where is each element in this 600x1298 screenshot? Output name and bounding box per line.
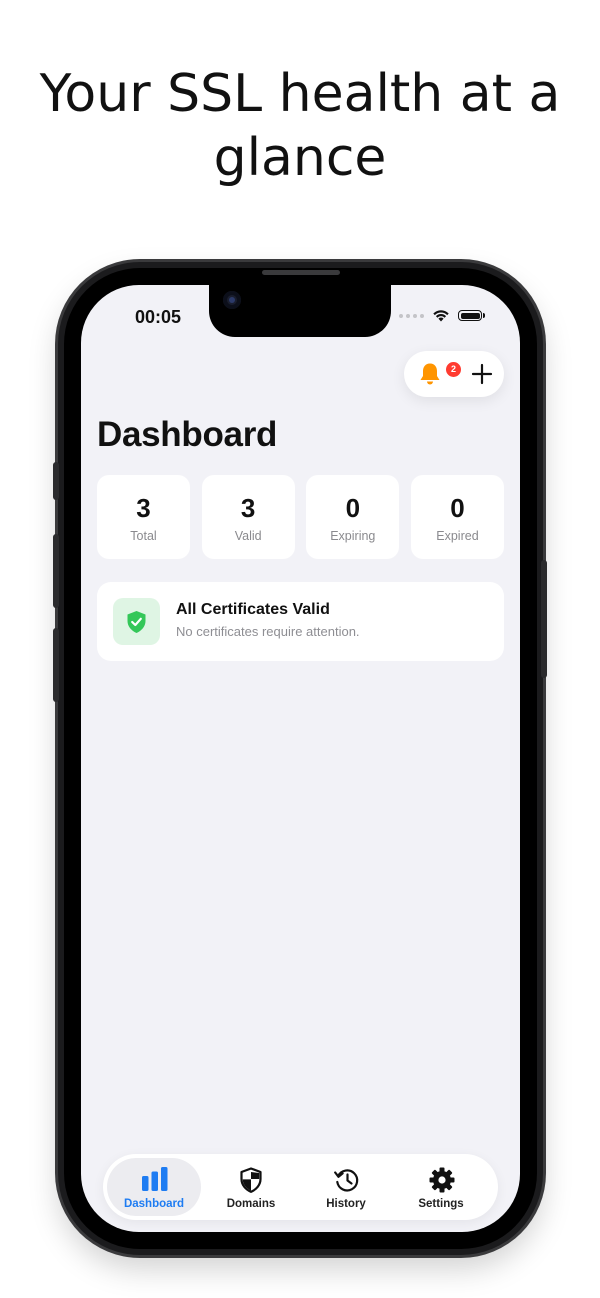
stat-label: Total <box>130 529 157 543</box>
bar-chart-icon <box>142 1167 168 1191</box>
power-button <box>541 560 547 678</box>
status-bar-indicators <box>399 309 485 322</box>
tab-label: Settings <box>418 1198 464 1210</box>
tab-dashboard[interactable]: Dashboard <box>107 1158 201 1216</box>
history-clock-icon <box>334 1169 359 1192</box>
notifications-button[interactable]: 2 <box>416 360 461 388</box>
wifi-icon <box>433 310 449 322</box>
toolbar-actions: 2 <box>404 351 504 397</box>
notch <box>209 285 391 337</box>
stat-card-valid[interactable]: 3 Valid <box>201 475 295 559</box>
notification-badge: 2 <box>446 362 461 377</box>
stat-label: Expired <box>436 529 479 543</box>
front-camera <box>223 291 241 309</box>
status-bar-time: 00:05 <box>135 307 182 327</box>
plus-icon <box>471 363 493 385</box>
add-domain-button[interactable] <box>470 362 494 386</box>
volume-up-button <box>53 534 59 608</box>
earpiece-speaker <box>262 270 340 275</box>
promo-headline-line-2: glance <box>213 128 387 188</box>
stats-row: 3 Total 3 Valid 0 Expiring 0 Expired <box>97 475 504 559</box>
tab-bar: Dashboard Domains History Settings <box>103 1154 498 1220</box>
stat-label: Expiring <box>330 529 376 543</box>
stat-value: 0 <box>345 493 361 523</box>
tab-domains[interactable]: Domains <box>204 1158 298 1216</box>
status-card-title: All Certificates Valid <box>176 601 330 618</box>
shield-icon <box>240 1167 262 1193</box>
battery-level <box>460 312 480 319</box>
tab-settings[interactable]: Settings <box>394 1158 488 1216</box>
stat-value: 0 <box>450 493 465 523</box>
stat-value: 3 <box>240 493 256 523</box>
stat-card-total[interactable]: 3 Total <box>97 475 190 559</box>
tab-label: History <box>326 1198 366 1210</box>
bell-icon <box>420 363 440 385</box>
promo-headline: Your SSL health at a glance <box>0 62 600 190</box>
certificate-status-card[interactable]: All Certificates Valid No certificates r… <box>97 582 504 661</box>
cellular-signal-icon <box>399 313 424 318</box>
promo-headline-line-1: Your SSL health at a <box>39 64 561 124</box>
stat-label: Valid <box>234 529 262 543</box>
mute-switch <box>53 462 59 500</box>
stat-value: 3 <box>136 493 151 523</box>
shield-check-icon <box>127 611 146 633</box>
page-title: Dashboard <box>97 415 278 454</box>
stat-card-expired[interactable]: 0 Expired <box>410 475 504 559</box>
tab-label: Dashboard <box>123 1198 185 1210</box>
tab-history[interactable]: History <box>299 1158 393 1216</box>
tab-label: Domains <box>226 1198 276 1210</box>
volume-down-button <box>53 628 59 702</box>
gear-icon <box>429 1167 455 1193</box>
stat-card-expiring[interactable]: 0 Expiring <box>306 475 400 559</box>
status-card-subtitle: No certificates require attention. <box>176 624 360 639</box>
battery-icon <box>458 310 485 321</box>
status-icon-container <box>113 598 160 645</box>
phone-screen: 00:05 2 Dashboard 3 Total 3 Valid 0 Expi… <box>81 285 520 1232</box>
